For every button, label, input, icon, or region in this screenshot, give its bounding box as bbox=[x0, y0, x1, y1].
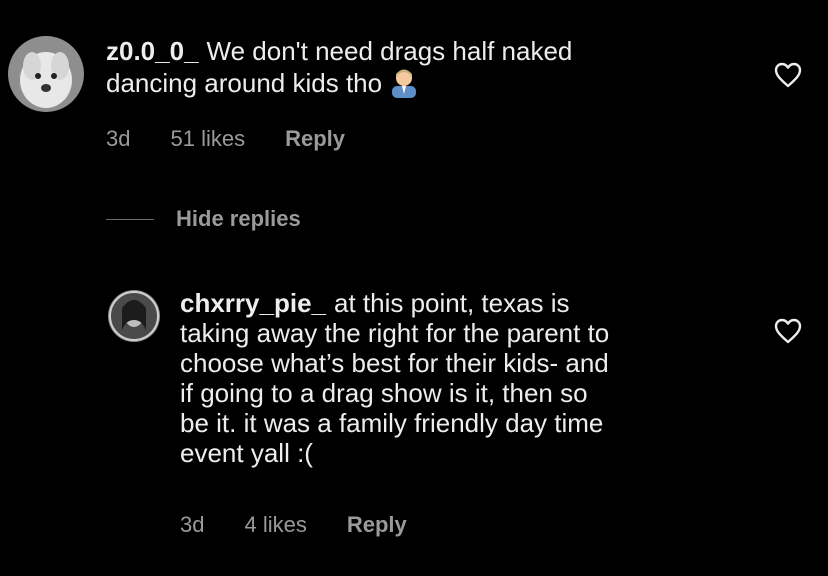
reply-body-line-1: at this point, texas is bbox=[333, 288, 570, 318]
reply-username[interactable]: chxrry_pie_ bbox=[180, 288, 326, 318]
comment-text: z0.0_0_ We don't need drags half naked da… bbox=[106, 36, 726, 104]
comment-likes[interactable]: 51 likes bbox=[170, 126, 245, 152]
comment-age: 3d bbox=[106, 126, 131, 151]
heart-outline-icon[interactable] bbox=[774, 62, 802, 93]
comment-body-line-1: We don't need drags half naked bbox=[206, 36, 573, 66]
comment-line-2: dancing around kids tho bbox=[106, 66, 726, 104]
comment-username[interactable]: z0.0_0_ bbox=[106, 36, 199, 66]
hide-replies-button[interactable]: Hide replies bbox=[106, 206, 301, 232]
profile-photo-icon bbox=[108, 290, 160, 342]
avatar[interactable] bbox=[8, 36, 84, 112]
comment-line-1: z0.0_0_ We don't need drags half naked bbox=[106, 36, 726, 66]
reply-line-5: be it. it was a family friendly day time bbox=[180, 408, 604, 438]
comment: z0.0_0_ We don't need drags half naked da… bbox=[0, 0, 828, 200]
comment-meta: 3d 51 likes Reply bbox=[106, 126, 385, 152]
reply-line-3: choose what’s best for their kids- and bbox=[180, 348, 609, 378]
reply-likes[interactable]: 4 likes bbox=[244, 512, 306, 538]
reply-text: chxrry_pie_ at this point, texas is takin… bbox=[180, 288, 740, 468]
reply-button[interactable]: Reply bbox=[285, 126, 345, 152]
reply-age: 3d bbox=[180, 512, 205, 537]
reply-line-1: chxrry_pie_ at this point, texas is bbox=[180, 288, 740, 318]
reply-to-reply-button[interactable]: Reply bbox=[347, 512, 407, 538]
comment-body-line-2: dancing around kids tho bbox=[106, 68, 383, 98]
dog-avatar-icon bbox=[8, 36, 84, 112]
hide-replies-label[interactable]: Hide replies bbox=[176, 206, 301, 232]
reply-line-6: event yall :( bbox=[180, 438, 313, 468]
man-office-worker-emoji-icon bbox=[388, 66, 420, 104]
reply-comment: chxrry_pie_ at this point, texas is takin… bbox=[0, 270, 828, 570]
reply-avatar[interactable] bbox=[108, 290, 160, 342]
reply-line-4: if going to a drag show is it, then so bbox=[180, 378, 588, 408]
reply-line-2: taking away the right for the parent to bbox=[180, 318, 610, 348]
hide-replies-divider bbox=[106, 218, 154, 220]
reply-heart-outline-icon[interactable] bbox=[774, 318, 802, 349]
reply-meta: 3d 4 likes Reply bbox=[180, 512, 447, 538]
